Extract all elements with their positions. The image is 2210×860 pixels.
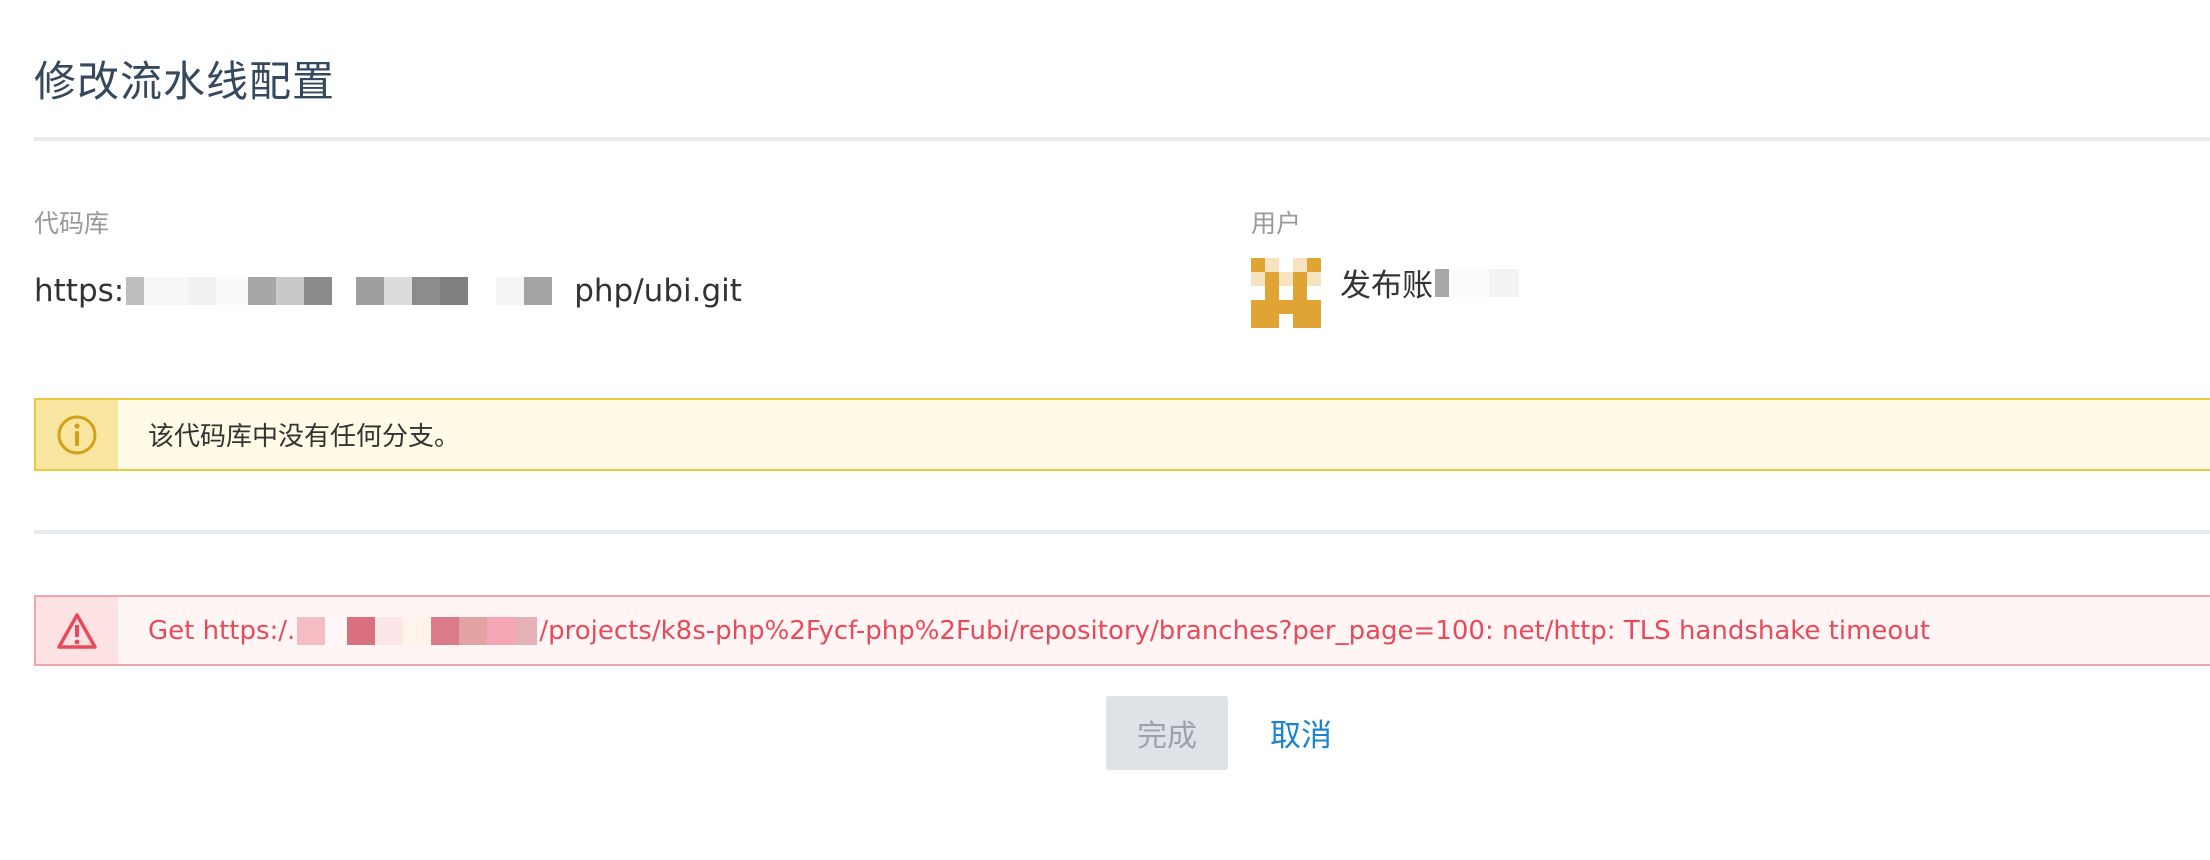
info-circle-icon xyxy=(57,415,97,454)
error-message-suffix: /projects/k8s-php%2Fycf-php%2Fubi/reposi… xyxy=(539,615,1931,646)
user-name-text: 发布账 xyxy=(1340,268,1433,304)
error-alert-icon-box xyxy=(36,597,118,664)
repository-label: 代码库 xyxy=(34,209,110,238)
repository-url-suffix: php/ubi.git xyxy=(574,273,742,309)
pipeline-config-dialog: 修改流水线配置 代码库 https: php/ubi.git 用户 发布账 该代… xyxy=(0,0,2210,860)
user-name: 发布账 xyxy=(1340,260,1541,305)
warning-alert: 该代码库中没有任何分支。 xyxy=(34,398,2210,471)
warning-triangle-icon xyxy=(57,612,97,649)
warning-alert-message: 该代码库中没有任何分支。 xyxy=(148,422,461,452)
error-alert: Get https:/. /projects/k8s-php%2Fycf-php… xyxy=(34,595,2210,666)
done-button[interactable]: 完成 xyxy=(1106,696,1228,770)
avatar xyxy=(1251,258,1321,328)
repository-url-prefix: https: xyxy=(34,273,125,309)
error-alert-message: Get https:/. /projects/k8s-php%2Fycf-php… xyxy=(118,616,1930,646)
header-divider xyxy=(34,137,2210,141)
redacted-mosaic xyxy=(126,276,573,306)
section-divider xyxy=(34,530,2210,534)
repository-url: https: php/ubi.git xyxy=(34,273,742,309)
warning-alert-icon-box xyxy=(36,400,118,469)
cancel-link[interactable]: 取消 xyxy=(1270,710,1332,755)
redacted-mosaic xyxy=(297,616,538,646)
error-message-prefix: Get https:/. xyxy=(148,615,296,646)
redacted-mosaic xyxy=(1435,268,1539,298)
user-label: 用户 xyxy=(1251,209,1302,238)
page-title: 修改流水线配置 xyxy=(34,57,336,106)
